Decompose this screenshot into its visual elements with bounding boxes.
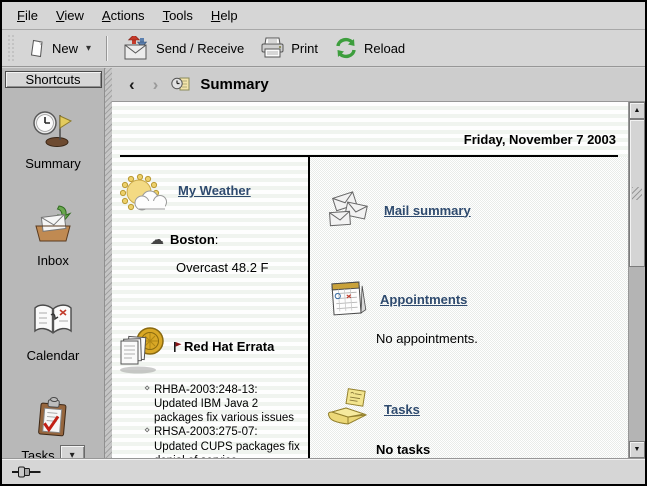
menu-help[interactable]: Help [202,3,247,28]
reload-button[interactable]: Reload [326,34,413,62]
appointments-empty-text: No appointments. [376,331,628,346]
appointments-section: Appointments [326,279,628,319]
tasks-empty-text: No tasks [376,442,628,457]
weather-section: My Weather [120,171,308,219]
view-header: ‹ › Summary [112,68,645,102]
evolution-window: File View Actions Tools Help New ▾ [0,0,647,486]
scrollbar-grip-icon [632,187,642,200]
summary-header-icon [171,76,190,93]
menu-view[interactable]: View [47,3,93,28]
toolbar-separator [106,36,108,61]
status-bar [2,458,645,484]
bullet-icon: ⋄ [144,383,150,395]
summary-content: Friday, November 7 2003 [112,102,628,458]
summary-left-column: My Weather ☁ Boston: Overcast 48.2 F [112,157,308,458]
bullet-icon: ⋄ [144,425,150,437]
forward-button: › [148,75,164,95]
print-button[interactable]: Print [252,34,326,62]
toolbar-drag-handle[interactable] [7,34,15,62]
errata-title-row: Red Hat Errata [173,339,274,354]
sidebar-item-inbox[interactable]: Inbox [31,204,75,268]
content-wrap: Friday, November 7 2003 [112,102,645,458]
summary-pane: ‹ › Summary Friday, November 7 2003 [112,68,645,458]
send-receive-button[interactable]: Send / Receive [115,33,252,63]
scrollbar-track[interactable] [629,267,645,441]
print-icon [260,37,285,59]
vertical-scrollbar: ▲ ▼ [628,102,645,458]
mail-summary-icon [326,189,372,231]
weather-icon [120,171,170,219]
scroll-up-icon: ▲ [634,107,641,114]
sidebar-item-label: Tasks [21,448,54,458]
view-title: Summary [200,76,268,93]
new-dropdown-chevron-icon[interactable]: ▾ [86,43,91,54]
errata-list: ⋄RHBA-2003:248-13: Updated IBM Java 2 pa… [144,383,302,458]
main-area: Shortcuts Summary [2,68,645,458]
scrollbar-thumb[interactable] [629,119,645,267]
errata-section: Red Hat Errata [116,325,308,375]
sidebar-item-label: Calendar [27,348,80,363]
sidebar-item-summary[interactable]: Summary [25,107,81,171]
menu-actions[interactable]: Actions [93,3,154,28]
errata-icon [116,325,168,375]
current-date: Friday, November 7 2003 [112,132,616,147]
new-button[interactable]: New ▾ [22,36,99,61]
errata-item[interactable]: ⋄RHSA-2003:275-07: Updated CUPS packages… [144,425,302,458]
errata-item[interactable]: ⋄RHBA-2003:248-13: Updated IBM Java 2 pa… [144,383,302,425]
toolbar: New ▾ Send / Receive [2,30,645,67]
scroll-up-button[interactable]: ▲ [629,102,645,119]
tasks-shortcut-icon [32,396,74,438]
online-status-icon[interactable] [12,466,42,478]
scroll-down-button[interactable]: ▼ [629,441,645,458]
sidebar-item-label: Inbox [37,253,69,268]
tasks-notes-icon [326,388,372,430]
red-hat-icon [173,341,182,352]
calendar-shortcut-icon [31,301,75,341]
shortcuts-sidebar: Shortcuts Summary [2,68,105,458]
cloud-condition-icon: ☁ [150,231,164,248]
chevron-down-icon: ▾ [70,450,75,458]
appointments-icon [326,279,368,319]
errata-title: Red Hat Errata [184,339,274,354]
summary-shortcut-icon [32,107,74,149]
weather-condition: Overcast 48.2 F [176,260,308,275]
tasks-section: Tasks [326,388,628,430]
shortcuts-group-button[interactable]: Shortcuts [5,71,102,88]
send-receive-icon [123,36,150,60]
my-weather-link[interactable]: My Weather [178,183,251,198]
menu-tools[interactable]: Tools [154,3,202,28]
tasks-link[interactable]: Tasks [384,402,420,417]
back-button[interactable]: ‹ [124,75,140,95]
sidebar-resize-handle[interactable] [105,68,112,458]
menu-bar: File View Actions Tools Help [2,2,645,30]
weather-location: Boston [170,232,215,247]
sidebar-item-label: Summary [25,156,81,171]
summary-right-column: Mail summary [310,157,628,458]
appointments-link[interactable]: Appointments [380,292,467,307]
mail-summary-section: Mail summary [326,189,628,231]
sidebar-item-tasks[interactable]: Tasks ▾ [21,396,84,458]
reload-icon [334,37,358,59]
scroll-down-icon: ▼ [634,446,641,453]
mail-summary-link[interactable]: Mail summary [384,203,471,218]
shortcut-group-dropdown-button[interactable]: ▾ [60,445,85,458]
weather-location-row: ☁ Boston: [150,231,308,248]
sidebar-item-calendar[interactable]: Calendar [27,301,80,363]
new-icon [30,39,46,58]
menu-file[interactable]: File [8,3,47,28]
inbox-shortcut-icon [31,204,75,246]
